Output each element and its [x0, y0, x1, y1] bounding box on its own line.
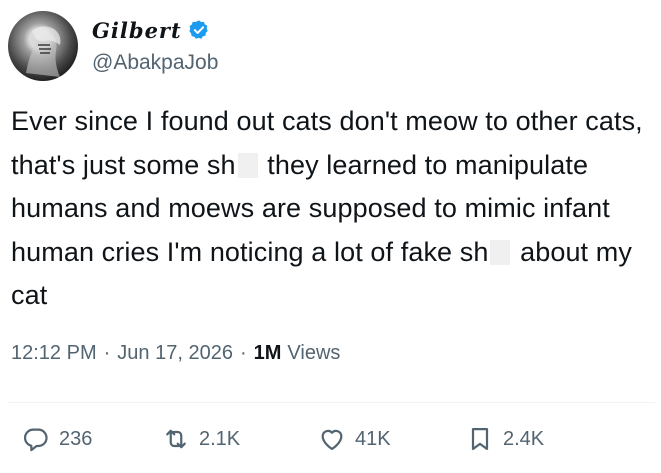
display-name-row: Gilbert	[92, 18, 218, 43]
post-time[interactable]: 12:12 PM	[11, 342, 97, 365]
tweet-text: Ever since I found out cats don't meow t…	[11, 100, 656, 318]
meta-separator: ·	[239, 342, 247, 364]
views-label: Views	[287, 342, 341, 364]
reply-icon	[23, 428, 48, 452]
repost-button[interactable]: 2.1K	[162, 425, 240, 453]
verified-badge-icon	[189, 20, 208, 39]
avatar[interactable]	[8, 11, 78, 81]
tweet-meta: 12:12 PM · Jun 17, 2026 · 1M Views	[11, 342, 340, 365]
like-button[interactable]: 41K	[318, 425, 391, 453]
like-icon	[321, 429, 343, 451]
author-names: Gilbert @AbakpaJob	[92, 18, 218, 75]
redaction-block	[490, 239, 511, 265]
action-bar: 236 2.1K 41K 2.4K	[22, 425, 622, 465]
redaction-block	[237, 152, 258, 178]
tweet: Gilbert @AbakpaJob Ever since I found ou…	[0, 0, 661, 473]
bookmark-icon	[471, 427, 489, 451]
meta-separator: ·	[103, 342, 111, 364]
reply-button[interactable]: 236	[22, 425, 92, 453]
bookmark-button[interactable]: 2.4K	[466, 425, 544, 453]
post-date[interactable]: Jun 17, 2026	[117, 342, 233, 365]
bookmark-count: 2.4K	[503, 427, 545, 450]
views-count: 1M	[253, 342, 282, 364]
like-count: 41K	[355, 427, 391, 450]
tweet-header: Gilbert @AbakpaJob	[8, 6, 218, 86]
repost-icon	[166, 429, 186, 449]
display-name[interactable]: Gilbert	[92, 18, 182, 43]
reply-count: 236	[59, 427, 93, 450]
repost-count: 2.1K	[199, 427, 241, 450]
handle[interactable]: @AbakpaJob	[92, 51, 218, 75]
divider	[8, 402, 655, 403]
